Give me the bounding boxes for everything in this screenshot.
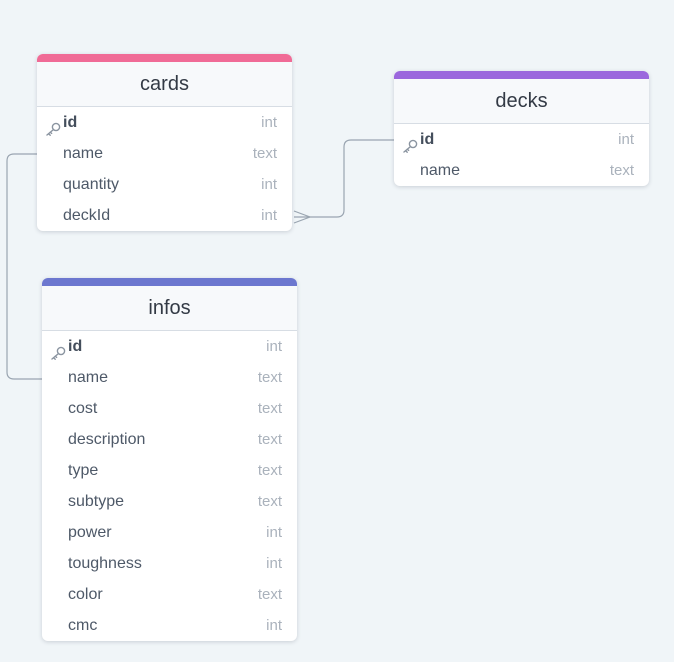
- table-accent-bar: [42, 278, 297, 286]
- column-name: description: [68, 431, 146, 448]
- primary-key-icon: [45, 116, 61, 136]
- column-name: name: [420, 162, 461, 179]
- column-row-toughness[interactable]: toughness int: [42, 548, 297, 579]
- table-title[interactable]: decks: [394, 79, 649, 124]
- column-row-description[interactable]: description text: [42, 424, 297, 455]
- column-type: text: [257, 400, 282, 417]
- column-row-name[interactable]: name text: [394, 155, 649, 186]
- column-name: cmc: [68, 617, 98, 634]
- column-list: id int name text quantity int deckId int: [37, 107, 292, 231]
- column-row-deckid[interactable]: deckId int: [37, 200, 292, 231]
- table-decks[interactable]: decks id int name text: [394, 71, 649, 186]
- column-type: text: [609, 162, 634, 179]
- column-row-id[interactable]: id int: [42, 331, 297, 362]
- crows-foot-icon: [293, 210, 312, 224]
- diagram-canvas: cards id int name text quantity int deckId int …: [0, 0, 674, 662]
- column-name: power: [68, 524, 112, 541]
- column-type: int: [261, 176, 277, 193]
- column-row-subtype[interactable]: subtype text: [42, 486, 297, 517]
- relation-cards-deckid-to-decks-id[interactable]: [294, 139, 394, 218]
- column-type: int: [266, 524, 282, 541]
- column-name: name: [68, 369, 109, 386]
- column-name: cost: [68, 400, 98, 417]
- column-name: id: [420, 131, 435, 148]
- column-type: text: [257, 431, 282, 448]
- column-row-name[interactable]: name text: [37, 138, 292, 169]
- column-type: int: [261, 207, 277, 224]
- column-name: subtype: [68, 493, 125, 510]
- primary-key-icon: [50, 340, 66, 360]
- primary-key-icon: [402, 133, 418, 153]
- column-type: text: [257, 462, 282, 479]
- column-name: type: [68, 462, 99, 479]
- table-accent-bar: [37, 54, 292, 62]
- column-name: quantity: [63, 176, 120, 193]
- table-title[interactable]: cards: [37, 62, 292, 107]
- column-type: text: [257, 586, 282, 603]
- column-list: id int name text cost text description text type…: [42, 331, 297, 641]
- column-list: id int name text: [394, 124, 649, 186]
- column-name: id: [63, 114, 78, 131]
- column-type: int: [266, 617, 282, 634]
- column-row-name[interactable]: name text: [42, 362, 297, 393]
- column-type: int: [266, 555, 282, 572]
- column-row-id[interactable]: id int: [37, 107, 292, 138]
- column-row-color[interactable]: color text: [42, 579, 297, 610]
- column-type: int: [261, 114, 277, 131]
- column-name: color: [68, 586, 103, 603]
- column-row-type[interactable]: type text: [42, 455, 297, 486]
- column-type: int: [618, 131, 634, 148]
- column-name: toughness: [68, 555, 142, 572]
- column-type: text: [257, 369, 282, 386]
- column-name: id: [68, 338, 83, 355]
- column-type: int: [266, 338, 282, 355]
- column-name: deckId: [63, 207, 111, 224]
- table-cards[interactable]: cards id int name text quantity int deckId int: [37, 54, 292, 231]
- column-row-quantity[interactable]: quantity int: [37, 169, 292, 200]
- table-accent-bar: [394, 71, 649, 79]
- column-type: text: [257, 493, 282, 510]
- table-infos[interactable]: infos id int name text cost text description te…: [42, 278, 297, 641]
- column-row-cmc[interactable]: cmc int: [42, 610, 297, 641]
- column-row-id[interactable]: id int: [394, 124, 649, 155]
- column-type: text: [252, 145, 277, 162]
- column-row-cost[interactable]: cost text: [42, 393, 297, 424]
- column-name: name: [63, 145, 104, 162]
- table-title[interactable]: infos: [42, 286, 297, 331]
- column-row-power[interactable]: power int: [42, 517, 297, 548]
